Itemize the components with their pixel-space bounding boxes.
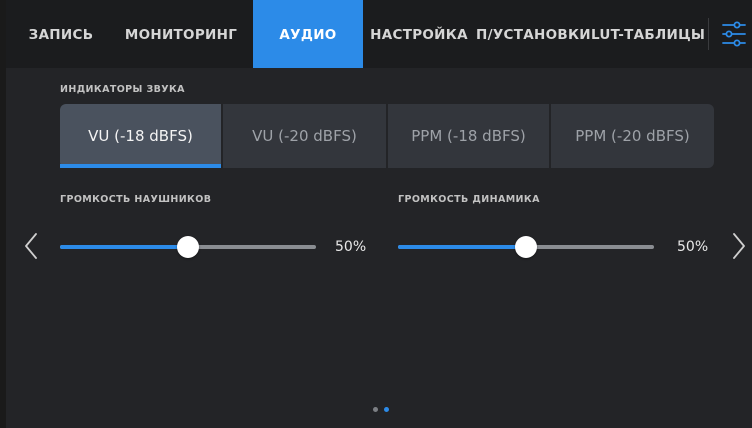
- tab-audio[interactable]: АУДИО: [253, 0, 363, 68]
- tab-divider: [708, 18, 709, 50]
- headphones-volume-slider[interactable]: [60, 236, 316, 258]
- next-page-button[interactable]: [732, 232, 746, 264]
- speaker-volume-label: ГРОМКОСТЬ ДИНАМИКА: [398, 194, 540, 205]
- speaker-volume-fill: [398, 245, 526, 249]
- page-dot-1[interactable]: [373, 407, 378, 412]
- tab-setup[interactable]: НАСТРОЙКА: [368, 0, 470, 68]
- chevron-left-icon: [25, 233, 37, 259]
- sliders-settings-icon: [722, 21, 746, 47]
- speaker-volume-value: 50%: [677, 239, 709, 255]
- meter-option-ppm-18[interactable]: PPM (-18 dBFS): [388, 104, 549, 168]
- meter-option-vu-18[interactable]: VU (-18 dBFS): [60, 104, 221, 168]
- speaker-volume-knob[interactable]: [515, 236, 537, 258]
- headphones-volume-fill: [60, 245, 188, 249]
- settings-button[interactable]: [722, 20, 746, 48]
- tab-lut-tables[interactable]: LUT-ТАБЛИЦЫ: [591, 0, 705, 68]
- chevron-right-icon: [733, 233, 745, 259]
- headphones-volume-knob[interactable]: [177, 236, 199, 258]
- audio-panel: ИНДИКАТОРЫ ЗВУКА VU (-18 dBFS) VU (-20 d…: [6, 68, 752, 428]
- tab-record[interactable]: ЗАПИСЬ: [16, 0, 106, 68]
- tab-presets[interactable]: П/УСТАНОВКИ: [476, 0, 591, 68]
- page-indicator: [373, 407, 397, 415]
- audio-settings-screen: ЗАПИСЬ МОНИТОРИНГ АУДИО НАСТРОЙКА П/УСТА…: [6, 0, 752, 428]
- meters-label: ИНДИКАТОРЫ ЗВУКА: [60, 84, 185, 95]
- speaker-volume-slider[interactable]: [398, 236, 654, 258]
- previous-page-button[interactable]: [24, 232, 38, 264]
- tab-bar: ЗАПИСЬ МОНИТОРИНГ АУДИО НАСТРОЙКА П/УСТА…: [6, 0, 752, 68]
- headphones-volume-label: ГРОМКОСТЬ НАУШНИКОВ: [60, 194, 212, 205]
- meter-option-ppm-20[interactable]: PPM (-20 dBFS): [551, 104, 714, 168]
- meter-option-vu-20[interactable]: VU (-20 dBFS): [223, 104, 386, 168]
- page-dot-2[interactable]: [384, 407, 389, 412]
- tab-monitoring[interactable]: МОНИТОРИНГ: [116, 0, 246, 68]
- headphones-volume-value: 50%: [335, 239, 367, 255]
